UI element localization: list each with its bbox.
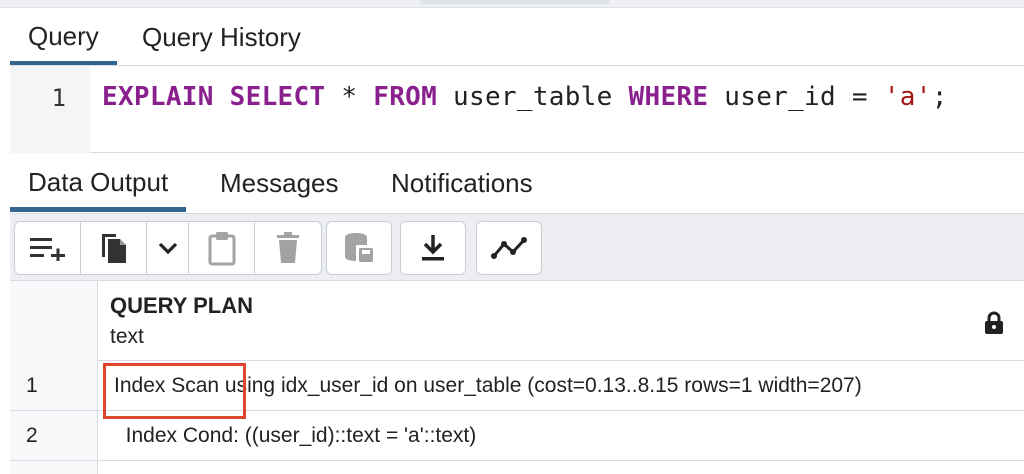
- sql-string: 'a': [883, 82, 932, 112]
- copy-options-dropdown[interactable]: [147, 222, 189, 274]
- sql-text: user_table: [437, 82, 629, 112]
- sql-keyword: SELECT: [229, 82, 326, 112]
- sql-keyword: WHERE: [628, 82, 709, 112]
- toolbar-group-graph: [476, 221, 542, 275]
- row-number: 2: [26, 424, 38, 447]
- save-data-button[interactable]: [327, 222, 391, 274]
- download-icon: [422, 235, 444, 261]
- results-toolbar: [10, 213, 1024, 281]
- graph-icon: [491, 237, 527, 259]
- code-line[interactable]: EXPLAIN SELECT * FROM user_table WHERE u…: [102, 82, 948, 112]
- line-number: 1: [51, 84, 66, 112]
- delete-icon: [277, 232, 299, 263]
- add-row-icon: [29, 238, 65, 261]
- lock-icon: [985, 311, 1003, 334]
- sql-text: user_id =: [708, 82, 884, 112]
- highlight-annotation-box: [103, 363, 246, 419]
- copy-icon: [101, 234, 126, 263]
- sql-keyword: FROM: [373, 82, 438, 112]
- sql-text: ;: [931, 82, 948, 112]
- copy-button[interactable]: [81, 222, 147, 274]
- chevron-down-icon: [158, 242, 177, 255]
- toolbar-group-download: [400, 221, 466, 275]
- tab-data-output[interactable]: Data Output: [10, 154, 187, 212]
- save-data-icon: [345, 233, 373, 262]
- paste-icon: [208, 232, 235, 266]
- editor-gutter: 1: [10, 66, 90, 153]
- graph-visualiser-button[interactable]: [477, 222, 541, 274]
- query-plan-cell[interactable]: Index Cond: ((user_id)::text = 'a'::text…: [114, 424, 994, 448]
- tab-query-label: Query: [28, 21, 99, 51]
- tab-query-history[interactable]: Query History: [124, 8, 319, 66]
- column-name: QUERY PLAN: [110, 293, 254, 318]
- tab-notifications-label: Notifications: [391, 168, 533, 198]
- resize-handle[interactable]: [420, 0, 610, 4]
- sql-editor[interactable]: 1 EXPLAIN SELECT * FROM user_table WHERE…: [10, 66, 1024, 153]
- column-type: text: [110, 325, 144, 348]
- tab-query[interactable]: Query: [10, 8, 117, 66]
- row-number: 1: [26, 374, 38, 397]
- result-grid: QUERY PLAN text 1 Index Scan using idx_u…: [10, 281, 1024, 474]
- download-button[interactable]: [401, 222, 465, 274]
- query-plan-cell[interactable]: Index Scan using idx_user_id on user_tab…: [114, 374, 994, 398]
- tab-messages-label: Messages: [220, 168, 339, 198]
- toolbar-group-edit: [14, 221, 322, 275]
- tab-query-history-label: Query History: [142, 22, 301, 52]
- top-strip: [0, 0, 1024, 8]
- sql-keyword: EXPLAIN: [102, 82, 214, 112]
- tab-messages[interactable]: Messages: [202, 154, 357, 212]
- delete-button[interactable]: [255, 222, 321, 274]
- tab-data-output-label: Data Output: [28, 167, 169, 197]
- add-row-button[interactable]: [15, 222, 81, 274]
- column-header-query-plan[interactable]: QUERY PLAN text: [98, 281, 1024, 361]
- tab-notifications[interactable]: Notifications: [373, 154, 551, 212]
- sql-text: *: [325, 82, 374, 112]
- query-tabbar: Query Query History: [10, 8, 1024, 66]
- output-tabbar: Data Output Messages Notifications: [10, 154, 1024, 212]
- paste-button[interactable]: [189, 222, 255, 274]
- toolbar-group-save: [326, 221, 392, 275]
